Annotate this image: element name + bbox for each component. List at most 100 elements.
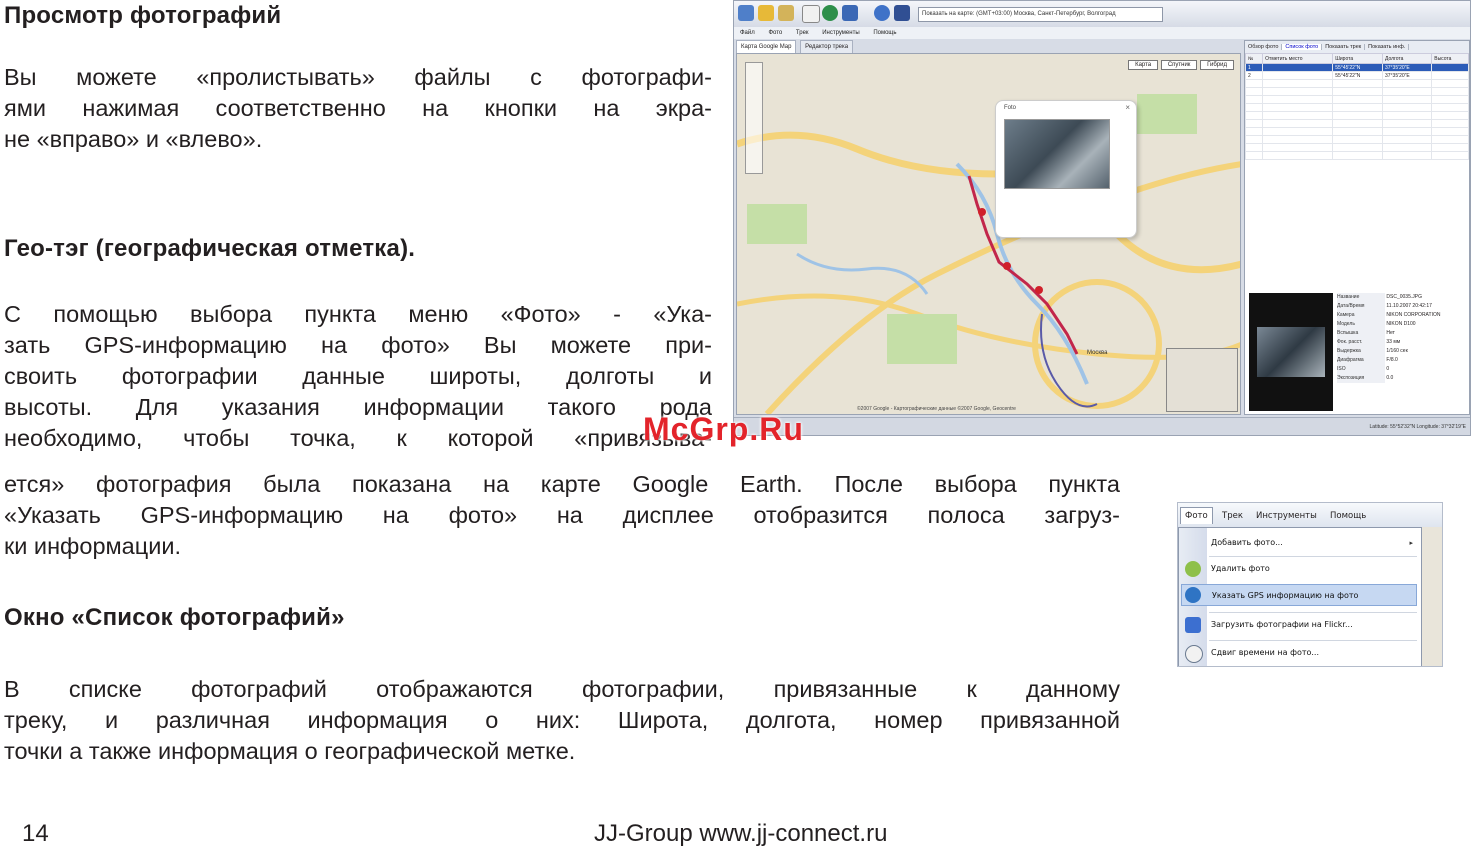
open-icon[interactable] (738, 5, 754, 21)
table-row (1245, 119, 1469, 128)
menu-item-upload-flickr[interactable]: Загрузить фотографии на Flickr... (1211, 614, 1353, 636)
table-row (1245, 103, 1469, 112)
popup-photo (1004, 119, 1110, 189)
menu-file[interactable]: Файл (740, 30, 755, 36)
gps-globe-icon (1185, 587, 1201, 603)
menu-tools[interactable]: Инструменты (822, 30, 859, 36)
table-row (1245, 95, 1469, 104)
table-row (1245, 151, 1469, 160)
text-line: «Указать GPS-информацию на фото» на дисп… (4, 502, 1120, 528)
column-header[interactable]: № (1245, 53, 1264, 64)
property-row: Экспозиция 0.0 (1337, 374, 1394, 383)
table-cell (1262, 71, 1334, 80)
table-cell: 37°35'20"E (1381, 71, 1433, 80)
clock-icon (1185, 645, 1203, 663)
panel-tabs: Обзор фото Список фото Показать трек Показа… (1245, 41, 1469, 53)
menu-help[interactable]: Помощь (1326, 508, 1370, 524)
column-header[interactable]: Высота (1431, 53, 1469, 64)
hybrid-button[interactable]: Гибрид (1200, 60, 1234, 70)
menu-separator (1209, 556, 1417, 557)
table-row[interactable]: 1 55°45'22"N 37°35'20"E (1245, 63, 1469, 72)
table-row[interactable]: 2 55°45'22"N 37°35'20"E (1245, 71, 1469, 80)
popup-title: Foto (1004, 105, 1017, 111)
footer-publisher: JJ-Group www.jj-connect.ru (594, 820, 888, 847)
photo-menu-dropdown: Добавить фото... ▸ Удалить фото Указать … (1178, 527, 1422, 666)
photo-table: № Отметить место Широта Долгота Высота 1… (1245, 53, 1469, 160)
table-header: № Отметить место Широта Долгота Высота (1245, 53, 1469, 64)
table-row (1245, 135, 1469, 144)
tab-track-editor[interactable]: Редактор трека (800, 40, 854, 53)
save-icon[interactable] (778, 5, 794, 21)
app-screenshot: Показать на карте: (GMT+03:00) Москва, С… (733, 0, 1471, 436)
map-fragment (1420, 527, 1442, 666)
tab-google-map[interactable]: Карта Google Map (736, 40, 797, 53)
status-bar: Latitude: 55°52'32"N Longitude: 37°32'19… (734, 417, 1470, 435)
column-header[interactable]: Долгота (1381, 53, 1433, 64)
table-cell (1262, 63, 1334, 72)
globe-icon[interactable] (822, 5, 838, 21)
table-row (1245, 143, 1469, 152)
menu-screenshot: Фото Трек Инструменты Помощь Добавить фо… (1177, 502, 1443, 667)
text-line: ется» фотография была показана на карте … (4, 471, 1120, 497)
text-line: ки информации. (4, 533, 181, 559)
table-row (1245, 127, 1469, 136)
property-row: Выдержка 1/160 сек (1337, 347, 1408, 356)
table-row (1245, 87, 1469, 96)
close-icon[interactable]: × (1125, 103, 1130, 112)
menu-photo[interactable]: Фото (1180, 507, 1213, 524)
minimap[interactable] (1166, 348, 1238, 412)
text-line: ями нажимая соответственно на кнопки на … (4, 95, 712, 121)
table-row (1245, 79, 1469, 88)
preview-image (1257, 327, 1325, 377)
menu-photo[interactable]: Фото (768, 30, 782, 36)
photo-preview (1249, 293, 1333, 411)
text-line: Вы можете «пролистывать» файлы с фотогра… (4, 64, 712, 90)
tab-photo-overview[interactable]: Обзор фото (1245, 44, 1283, 50)
tab-show-track[interactable]: Показать трек (1322, 44, 1366, 50)
sync-icon[interactable] (874, 5, 890, 21)
menu-item-set-gps[interactable]: Указать GPS информацию на фото (1181, 584, 1417, 606)
menu-separator (1209, 612, 1417, 613)
column-header[interactable]: Отметить место (1262, 53, 1334, 64)
map-view[interactable]: Москва Карта Спутник Гибрид Foto × ©2007… (736, 53, 1241, 415)
clock-icon[interactable] (802, 5, 820, 23)
column-header[interactable]: Широта (1332, 53, 1383, 64)
text-line: треку, и различная информация о них: Шир… (4, 707, 1120, 733)
app-toolbar: Показать на карте: (GMT+03:00) Москва, С… (734, 1, 1470, 28)
text-line: точки а также информация о географическо… (4, 738, 576, 764)
property-row: ISO 0 (1337, 365, 1390, 374)
map-button[interactable]: Карта (1128, 60, 1159, 70)
table-cell: 37°35'20"E (1381, 63, 1433, 72)
heading-photo-view: Просмотр фотографий (4, 2, 282, 29)
navigate-icon[interactable] (894, 5, 910, 21)
photo-properties: Название DSC_0035.JPG Дата/Время 11.10.2… (1337, 293, 1467, 383)
text-line: зать GPS-информацию на фото» Вы можете п… (4, 332, 712, 358)
menu-tools[interactable]: Инструменты (1252, 508, 1321, 524)
text-line: своить фотографии данные широты, долготы… (4, 363, 712, 389)
submenu-arrow-icon: ▸ (1409, 539, 1413, 547)
watermark: McGrp.Ru (643, 411, 804, 447)
menu-item-time-shift[interactable]: Сдвиг времени на фото... (1211, 642, 1319, 664)
menu-bar: Фото Трек Инструменты Помощь (1178, 503, 1442, 528)
text-line: высоты. Для указания информации такого р… (4, 394, 712, 420)
table-cell (1431, 63, 1469, 72)
tab-show-info[interactable]: Показать инф. (1365, 44, 1410, 50)
folder-icon[interactable] (758, 5, 774, 21)
menu-track[interactable]: Трек (1218, 508, 1247, 524)
app-menubar: Файл Фото Трек Инструменты Помощь (734, 27, 1470, 39)
flickr-icon (1185, 617, 1201, 633)
zoom-slider[interactable] (745, 62, 763, 174)
satellite-button[interactable]: Спутник (1160, 60, 1198, 70)
menu-separator (1209, 640, 1417, 641)
menu-item-add-photo[interactable]: Добавить фото... (1211, 532, 1283, 554)
menu-item-delete-photo[interactable]: Удалить фото (1211, 558, 1270, 580)
location-combo[interactable]: Показать на карте: (GMT+03:00) Москва, С… (918, 7, 1163, 22)
map-tabs: Карта Google Map Редактор трека (734, 40, 1239, 53)
text-line: необходимо, чтобы точка, к которой «прив… (4, 425, 712, 451)
photo-icon[interactable] (842, 5, 858, 21)
menu-track[interactable]: Трек (796, 30, 809, 36)
paragraph-photo-view: Вы можете «пролистывать» файлы с фотогра… (4, 62, 712, 155)
menu-help[interactable]: Помощь (873, 30, 896, 36)
table-cell: 55°45'22"N (1332, 71, 1383, 80)
tab-photo-list[interactable]: Список фото (1282, 44, 1323, 50)
